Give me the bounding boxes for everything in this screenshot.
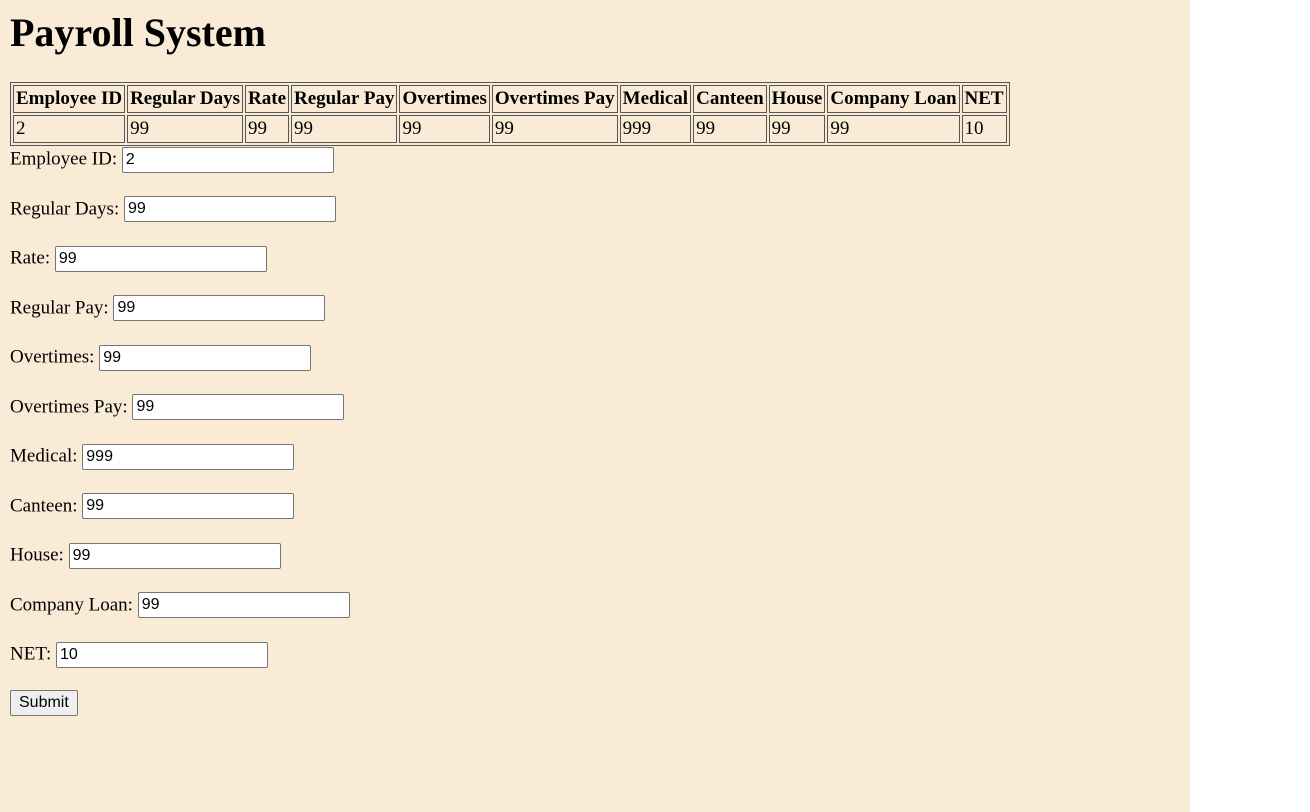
employee-id-label: Employee ID: [10,148,118,170]
field-row-net: NET: [10,641,1180,668]
column-header-rate: Rate [245,85,290,113]
medical-input[interactable] [82,443,295,470]
cell-regular-pay: 99 [291,115,398,143]
rate-input[interactable] [54,245,267,272]
employee-id-input[interactable] [121,146,334,173]
cell-company-loan: 99 [827,115,960,143]
page-title: Payroll System [10,10,266,55]
field-row-regular-pay: Regular Pay: [10,295,1180,322]
house-label: House: [10,544,64,566]
overtimes-pay-input[interactable] [132,394,345,421]
page-area: Payroll System Employee ID Regular Days … [0,0,1190,812]
overtimes-label: Overtimes: [10,346,95,368]
field-row-house: House: [10,542,1180,569]
column-header-net: NET [961,85,1007,113]
cell-overtimes-pay: 99 [491,115,618,143]
column-header-medical: Medical [619,85,692,113]
cell-net: 10 [961,115,1007,143]
field-row-overtimes-pay: Overtimes Pay: [10,394,1180,421]
submit-row: Submit [10,689,1180,716]
field-row-rate: Rate: [10,245,1180,272]
cell-medical: 999 [619,115,692,143]
regular-days-label: Regular Days: [10,198,120,220]
cell-employee-id: 2 [13,115,126,143]
table-header-row: Employee ID Regular Days Rate Regular Pa… [13,85,1007,113]
field-row-medical: Medical: [10,443,1180,470]
overtimes-input[interactable] [99,344,312,371]
rate-label: Rate: [10,247,51,269]
column-header-overtimes: Overtimes [399,85,490,113]
company-loan-input[interactable] [137,592,350,619]
company-loan-label: Company Loan: [10,594,133,616]
payroll-form: Employee ID: Regular Days: Rate: Regular… [10,146,1180,716]
column-header-regular-pay: Regular Pay [291,85,398,113]
cell-rate: 99 [245,115,290,143]
column-header-company-loan: Company Loan [827,85,960,113]
cell-canteen: 99 [693,115,767,143]
submit-button[interactable]: Submit [10,689,78,716]
net-label: NET: [10,643,52,665]
house-input[interactable] [68,542,281,569]
payroll-table: Employee ID Regular Days Rate Regular Pa… [10,82,1010,146]
regular-pay-label: Regular Pay: [10,297,109,319]
table-row: 2 99 99 99 99 99 999 99 99 99 10 [13,115,1007,143]
field-row-canteen: Canteen: [10,493,1180,520]
regular-pay-input[interactable] [113,295,326,322]
net-input[interactable] [56,641,269,668]
cell-house: 99 [768,115,826,143]
regular-days-input[interactable] [123,196,336,223]
canteen-label: Canteen: [10,495,78,517]
overtimes-pay-label: Overtimes Pay: [10,396,128,418]
cell-overtimes: 99 [399,115,490,143]
field-row-employee-id: Employee ID: [10,146,1180,173]
field-row-overtimes: Overtimes: [10,344,1180,371]
column-header-overtimes-pay: Overtimes Pay [491,85,618,113]
cell-regular-days: 99 [127,115,244,143]
field-row-company-loan: Company Loan: [10,592,1180,619]
field-row-regular-days: Regular Days: [10,196,1180,223]
column-header-regular-days: Regular Days [127,85,244,113]
column-header-house: House [768,85,826,113]
medical-label: Medical: [10,445,78,467]
canteen-input[interactable] [82,493,295,520]
column-header-canteen: Canteen [693,85,767,113]
column-header-employee-id: Employee ID [13,85,126,113]
